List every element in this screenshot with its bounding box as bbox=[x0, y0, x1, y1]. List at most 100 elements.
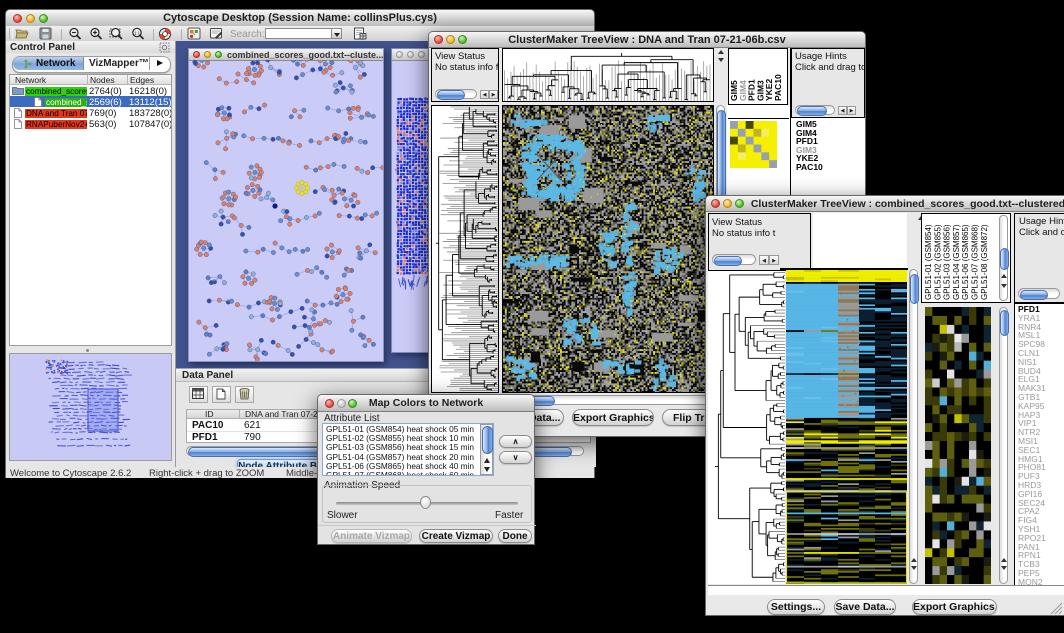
tv1-column-dendrogram-panel[interactable] bbox=[502, 48, 714, 102]
col-header-network[interactable]: Network bbox=[15, 75, 46, 85]
tv2-gene-label[interactable]: FIG4 bbox=[1018, 516, 1064, 525]
tv2-gene-label[interactable]: SPC98 bbox=[1018, 340, 1064, 349]
scroll-down-icon[interactable] bbox=[911, 566, 917, 570]
tv1-correlation-matrix[interactable] bbox=[730, 121, 777, 168]
dialog-titlebar[interactable]: Map Colors to Network bbox=[318, 395, 534, 412]
attribute-list-item[interactable]: GPL51-01 (GSM854) heat shock 05 min bbox=[326, 425, 493, 434]
tv2-export-graphics-button[interactable]: Export Graphics... bbox=[912, 599, 997, 615]
tv2-gene-label[interactable]: YRA1 bbox=[1018, 314, 1064, 323]
tv2-gene-label[interactable]: KAP95 bbox=[1018, 402, 1064, 411]
attribute-list-vscrollbar[interactable] bbox=[480, 424, 493, 475]
scroll-down-icon[interactable] bbox=[1001, 566, 1007, 570]
new-attribute-button[interactable] bbox=[212, 386, 231, 403]
tv2-gene-label[interactable]: PEP5 bbox=[1018, 569, 1064, 578]
scroll-right-button[interactable]: ▶ bbox=[847, 106, 856, 115]
scroll-up-icon[interactable] bbox=[1001, 558, 1007, 562]
tv2-hints-hscrollbar[interactable] bbox=[1018, 288, 1060, 299]
scroll-up-icon[interactable] bbox=[718, 50, 724, 54]
close-button[interactable] bbox=[396, 51, 403, 58]
scroll-up-icon[interactable] bbox=[911, 558, 917, 562]
network-table-row[interactable]: DNA and Tran 07769(0)183728(0) bbox=[10, 107, 171, 118]
tv2-gene-label[interactable]: ELG1 bbox=[1018, 375, 1064, 384]
tv2-vscrollbar[interactable] bbox=[909, 269, 918, 584]
tv2-gene-label[interactable]: HAP3 bbox=[1018, 411, 1064, 420]
tv2-gene-label[interactable]: MAK31 bbox=[1018, 384, 1064, 393]
tv2-hints-hscroll-thumb[interactable] bbox=[1020, 290, 1048, 300]
scroll-up-icon[interactable] bbox=[484, 458, 490, 463]
annotation-icon[interactable] bbox=[209, 27, 223, 40]
attribute-list-item[interactable]: GPL51-03 (GSM856) heat shock 15 min bbox=[326, 443, 493, 452]
tv1-status-hscroll-thumb[interactable] bbox=[437, 90, 465, 100]
tv2-heatmap2-panel[interactable] bbox=[925, 307, 991, 584]
tv2-gene-label[interactable]: VIP1 bbox=[1018, 419, 1064, 428]
col-header-edges[interactable]: Edges bbox=[130, 75, 154, 85]
animate-vizmap-button[interactable]: Animate Vizmap bbox=[331, 529, 412, 543]
attr-row-id[interactable]: PFD1 bbox=[192, 432, 218, 443]
attribute-list-item[interactable]: GPL51-06 (GSM865) heat shock 40 min bbox=[326, 462, 493, 471]
tv2-collabel-vscroll-thumb[interactable] bbox=[1000, 248, 1009, 270]
attr-col-id[interactable]: ID bbox=[205, 409, 214, 419]
save-session-icon[interactable] bbox=[39, 27, 52, 40]
close-button[interactable] bbox=[193, 51, 200, 58]
zoom-in-icon[interactable] bbox=[89, 27, 103, 41]
tv2-vscroll-thumb[interactable] bbox=[910, 274, 919, 304]
tv2-gene-label[interactable]: NTR2 bbox=[1018, 428, 1064, 437]
zoom-button[interactable] bbox=[215, 51, 222, 58]
tv1-status-hscrollbar[interactable] bbox=[435, 89, 477, 99]
tv2-gene-label[interactable]: PFD1 bbox=[1018, 305, 1064, 314]
attribute-list-item[interactable]: GPL51-02 (GSM855) heat shock 10 min bbox=[326, 434, 493, 443]
done-button[interactable]: Done bbox=[498, 529, 532, 543]
treeview1-titlebar[interactable]: ClusterMaker TreeView : DNA and Tran 07-… bbox=[429, 32, 865, 48]
tv2-gene-label[interactable]: PAN1 bbox=[1018, 543, 1064, 552]
speed-slider-thumb[interactable] bbox=[420, 496, 431, 509]
network-overview-panel[interactable] bbox=[9, 353, 172, 461]
zoom-actual-icon[interactable]: 1:1 bbox=[131, 27, 145, 41]
network-view-a[interactable] bbox=[189, 60, 383, 361]
attribute-list[interactable]: GPL51-01 (GSM854) heat shock 05 minGPL51… bbox=[322, 423, 494, 476]
help-lifebuoy-icon[interactable] bbox=[158, 27, 172, 41]
create-vizmap-button[interactable]: Create Vizmap bbox=[419, 529, 493, 543]
tv1-export-graphics-button[interactable]: Export Graphics... bbox=[572, 409, 654, 426]
tv2-gene-label[interactable]: RPO21 bbox=[1018, 534, 1064, 543]
move-down-button[interactable]: ∨ bbox=[499, 451, 532, 464]
attr-row-value[interactable]: 790 bbox=[244, 432, 261, 443]
zoom-out-icon[interactable] bbox=[68, 27, 82, 41]
scroll-left-button[interactable]: ◀ bbox=[480, 90, 489, 99]
zoom-button[interactable] bbox=[418, 51, 425, 58]
network-table-row[interactable]: combined_scores_2764(0)16218(0) bbox=[10, 85, 171, 96]
tv2-heat2-vscrollbar[interactable] bbox=[999, 307, 1008, 584]
attribute-list-item[interactable]: GPL51-04 (GSM857) heat shock 20 min bbox=[326, 453, 493, 462]
attribute-list-item[interactable]: GPL51-07 (GSM868) heat shock 60 min bbox=[326, 471, 493, 476]
cytoscape-titlebar[interactable]: Cytoscape Desktop (Session Name: collins… bbox=[6, 10, 594, 27]
scroll-left-button[interactable]: ◀ bbox=[838, 106, 847, 115]
network-table-row[interactable]: combined_sco2569(6)13112(15) bbox=[10, 96, 171, 107]
attribute-list-vscroll-thumb[interactable] bbox=[482, 426, 493, 454]
tv2-gene-label[interactable]: PHO81 bbox=[1018, 463, 1064, 472]
tv2-save-data-button[interactable]: Save Data... bbox=[834, 599, 896, 615]
attr-row-id[interactable]: PAC10 bbox=[192, 420, 224, 431]
tv2-gene-label[interactable]: GTB1 bbox=[1018, 393, 1064, 402]
tv2-settings-button[interactable]: Settings... bbox=[767, 599, 825, 615]
minimize-button[interactable] bbox=[204, 51, 211, 58]
network-table-row[interactable]: RNAPuberNov2+N563(0)107847(0) bbox=[10, 118, 171, 129]
scroll-up-icon[interactable] bbox=[1001, 274, 1007, 278]
scroll-down-icon[interactable] bbox=[718, 58, 724, 62]
tv1-hints-hscrollbar[interactable] bbox=[795, 105, 835, 115]
tv2-status-hscrollbar[interactable] bbox=[712, 254, 756, 265]
tv2-gene-label[interactable]: MSL1 bbox=[1018, 331, 1064, 340]
vizmapper-icon[interactable] bbox=[187, 27, 201, 40]
scroll-left-button[interactable]: ◀ bbox=[759, 255, 769, 265]
delete-attribute-button[interactable] bbox=[235, 386, 254, 403]
tv2-heatmap-panel[interactable] bbox=[786, 270, 907, 584]
tv2-collabel-vscrollbar[interactable] bbox=[999, 215, 1008, 301]
search-input[interactable] bbox=[265, 28, 337, 39]
tv2-gene-label[interactable]: YSH1 bbox=[1018, 525, 1064, 534]
scroll-right-button[interactable]: ▶ bbox=[769, 255, 779, 265]
tv1-heatmap-panel[interactable] bbox=[502, 105, 714, 393]
scroll-down-icon[interactable] bbox=[484, 467, 490, 472]
zoom-button[interactable] bbox=[735, 199, 744, 208]
tv1-row-dendrogram-panel[interactable] bbox=[431, 105, 499, 393]
tv2-gene-label[interactable]: RNR4 bbox=[1018, 323, 1064, 332]
move-up-button[interactable]: ∧ bbox=[499, 435, 532, 448]
tv2-gene-label[interactable]: HMG1 bbox=[1018, 455, 1064, 464]
